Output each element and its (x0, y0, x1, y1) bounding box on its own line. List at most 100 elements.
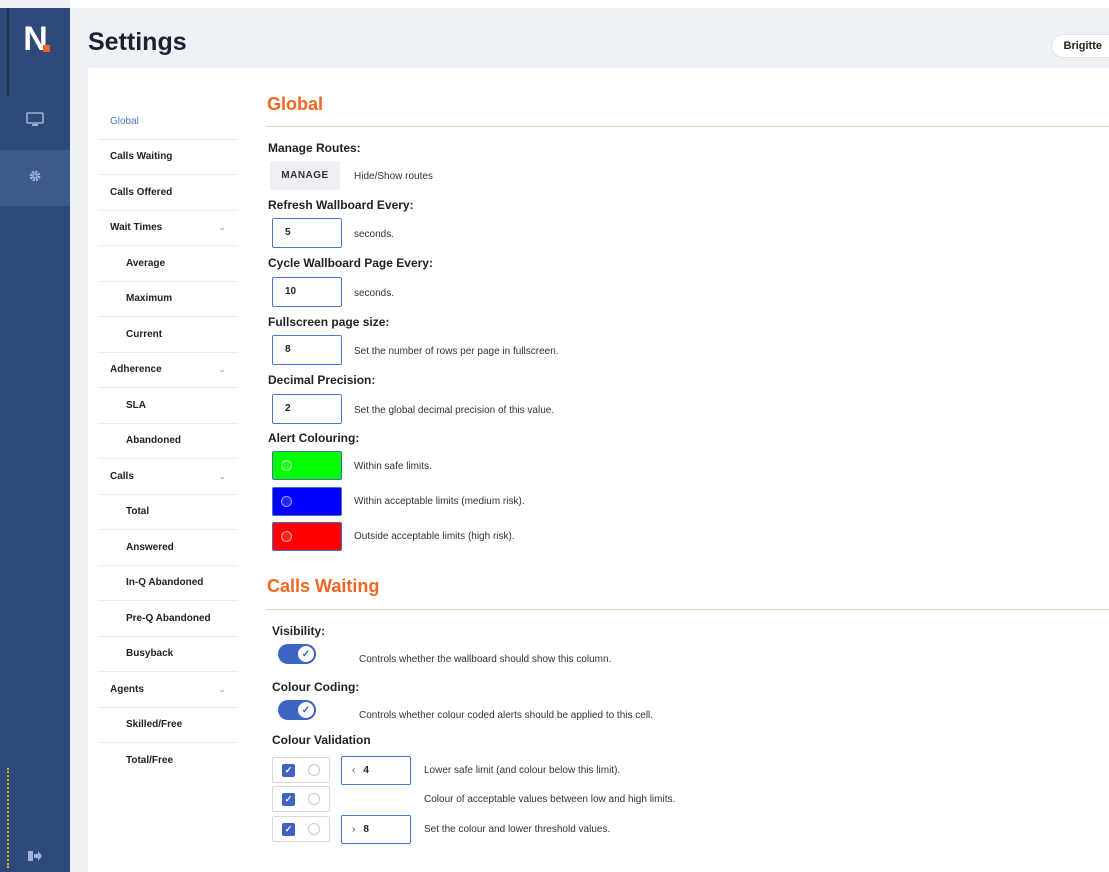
nav-item-total-free[interactable]: Total/Free (98, 743, 238, 779)
refresh-interval-input[interactable]: 5 (272, 218, 342, 248)
logo-letter: N (23, 19, 48, 58)
visibility-toggle[interactable]: ✓ (278, 644, 316, 664)
logout-icon (27, 849, 43, 868)
safe-colour-swatch[interactable] (272, 451, 342, 480)
palette-icon[interactable] (308, 823, 320, 835)
nav-item-label: Pre-Q Abandoned (126, 612, 211, 624)
cycle-unit: seconds. (354, 288, 395, 299)
nav-item-label: Calls Waiting (110, 151, 173, 163)
chevron-down-icon: ⌄ (218, 222, 226, 233)
nav-item-calls-waiting[interactable]: Calls Waiting (98, 140, 238, 175)
chevron-down-icon: ⌄ (218, 470, 226, 481)
user-menu-button[interactable]: Brigitte (1050, 34, 1109, 58)
lower-limit-desc: Lower safe limit (and colour below this … (424, 765, 621, 776)
rail-item-wallboard[interactable] (0, 94, 70, 150)
safe-colour-desc: Within safe limits. (354, 461, 432, 472)
section-title-calls-waiting: Calls Waiting (267, 576, 380, 596)
nav-item-busyback[interactable]: Busyback (98, 637, 238, 672)
top-strip (70, 0, 1109, 8)
nav-item-skilled-free[interactable]: Skilled/Free (98, 708, 238, 743)
colour-validation-label: Colour Validation (272, 733, 371, 747)
palette-icon (281, 496, 292, 507)
nav-item-pre-q-abandoned[interactable]: Pre-Q Abandoned (98, 601, 238, 637)
validation-row-1-checkbox[interactable]: ✓ (282, 764, 295, 777)
nav-item-maximum[interactable]: Maximum (98, 282, 238, 317)
upper-limit-desc: Set the colour and lower threshold value… (424, 824, 611, 835)
nav-item-label: Calls Offered (110, 186, 173, 198)
nav-item-label: Answered (126, 541, 174, 553)
upper-limit-value: 8 (363, 824, 369, 835)
rail-item-settings[interactable] (0, 150, 70, 206)
monitor-icon (26, 111, 44, 133)
precision-desc: Set the global decimal precision of this… (354, 405, 555, 416)
nav-item-label: Current (126, 328, 163, 340)
gear-icon (27, 168, 43, 189)
cycle-interval-input[interactable]: 10 (272, 277, 342, 307)
app-logo[interactable]: N (0, 8, 70, 70)
nav-item-global[interactable]: Global (98, 104, 238, 140)
upper-limit-input[interactable]: › 8 (341, 815, 411, 844)
validation-row-3-controls: ✓ (272, 816, 330, 842)
nav-item-current[interactable]: Current (98, 317, 238, 353)
logo-dot (43, 45, 50, 52)
medium-risk-colour-swatch[interactable] (272, 487, 342, 516)
chevron-down-icon: ⌄ (218, 364, 226, 375)
manage-routes-button[interactable]: MANAGE (270, 161, 340, 190)
nav-item-label: Busyback (126, 648, 174, 660)
high-risk-colour-swatch[interactable] (272, 522, 342, 551)
nav-item-average[interactable]: Average (98, 246, 238, 282)
nav-item-in-q-abandoned[interactable]: In-Q Abandoned (98, 566, 238, 601)
validation-row-2-controls: ✓ (272, 786, 330, 812)
nav-item-agents[interactable]: Agents ⌄ (98, 672, 238, 708)
palette-icon[interactable] (308, 793, 320, 805)
high-risk-colour-desc: Outside acceptable limits (high risk). (354, 531, 515, 542)
manage-routes-label: Manage Routes: (268, 141, 361, 155)
colour-coding-label: Colour Coding: (272, 680, 360, 694)
validation-row-2-checkbox[interactable]: ✓ (282, 793, 295, 806)
nav-item-label: SLA (126, 399, 146, 411)
page-size-input[interactable]: 8 (272, 335, 342, 365)
nav-item-total[interactable]: Total (98, 495, 238, 530)
validation-row-1-controls: ✓ (272, 757, 330, 783)
colour-coding-toggle[interactable]: ✓ (278, 700, 316, 720)
validation-row-3-checkbox[interactable]: ✓ (282, 823, 295, 836)
page-size-desc: Set the number of rows per page in fulls… (354, 346, 559, 357)
greater-than-icon: › (352, 824, 356, 835)
nav-item-answered[interactable]: Answered (98, 530, 238, 566)
page-size-label: Fullscreen page size: (268, 315, 390, 329)
lower-limit-input[interactable]: ‹ 4 (341, 756, 411, 785)
nav-item-label: Total (126, 506, 150, 518)
section-divider (266, 126, 1109, 127)
header: Settings Brigitte (70, 8, 1109, 68)
manage-routes-desc: Hide/Show routes (354, 171, 433, 182)
nav-item-calls[interactable]: Calls ⌄ (98, 459, 238, 495)
nav-item-label: Adherence (110, 364, 162, 376)
palette-icon (281, 460, 292, 471)
precision-input[interactable]: 2 (272, 394, 342, 424)
nav-item-label: Maximum (126, 293, 173, 305)
nav-item-sla[interactable]: SLA (98, 388, 238, 424)
nav-item-calls-offered[interactable]: Calls Offered (98, 175, 238, 211)
palette-icon[interactable] (308, 764, 320, 776)
nav-item-label: Global (110, 115, 139, 127)
chevron-down-icon: ⌄ (218, 683, 226, 694)
nav-item-label: Total/Free (126, 755, 174, 767)
palette-icon (281, 531, 292, 542)
check-icon: ✓ (298, 646, 314, 662)
nav-item-label: Calls (110, 470, 134, 482)
nav-item-wait-times[interactable]: Wait Times ⌄ (98, 211, 238, 246)
alert-colouring-label: Alert Colouring: (268, 431, 360, 445)
app-rail: N (0, 8, 70, 872)
settings-card: Global Calls Waiting Calls Offered Wait … (88, 68, 1109, 872)
page-title: Settings (88, 28, 187, 56)
medium-risk-colour-desc: Within acceptable limits (medium risk). (354, 496, 525, 507)
section-title-global: Global (267, 94, 324, 114)
nav-item-abandoned[interactable]: Abandoned (98, 424, 238, 459)
settings-nav: Global Calls Waiting Calls Offered Wait … (98, 104, 238, 779)
rail-item-logout[interactable] (0, 836, 70, 872)
nav-item-adherence[interactable]: Adherence ⌄ (98, 353, 238, 388)
cycle-label: Cycle Wallboard Page Every: (268, 256, 433, 270)
refresh-unit: seconds. (354, 229, 395, 240)
visibility-label: Visibility: (272, 624, 326, 638)
refresh-label: Refresh Wallboard Every: (268, 198, 414, 212)
